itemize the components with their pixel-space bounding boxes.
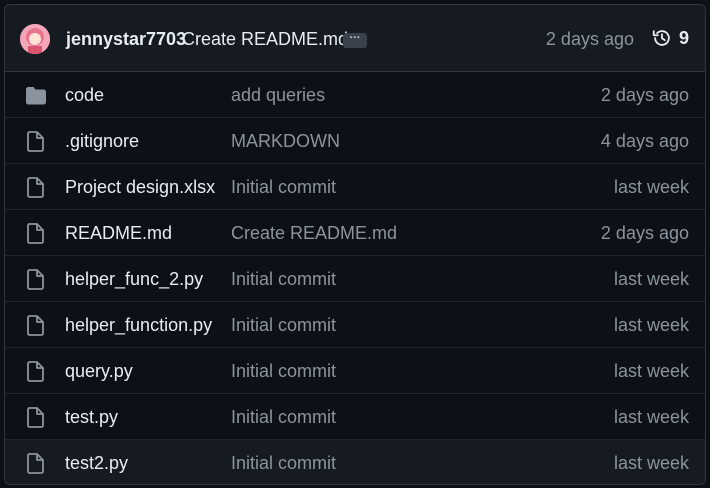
- file-commit-time[interactable]: 2 days ago: [601, 223, 689, 244]
- commit-time[interactable]: 2 days ago: [546, 29, 634, 50]
- file-row[interactable]: helper_func_2.py Initial commit last week: [5, 255, 705, 301]
- folder-icon: [25, 86, 47, 110]
- file-row[interactable]: test2.py Initial commit last week: [5, 439, 705, 484]
- file-commit-message-link[interactable]: Create README.md: [231, 223, 397, 244]
- file-name-link[interactable]: README.md: [65, 223, 172, 244]
- history-link[interactable]: 9: [651, 27, 689, 49]
- commit-message-link[interactable]: Create README.md: [182, 29, 348, 50]
- file-commit-time[interactable]: last week: [614, 361, 689, 382]
- file-commit-time[interactable]: last week: [614, 269, 689, 290]
- avatar[interactable]: [20, 24, 50, 54]
- file-icon: [26, 223, 44, 249]
- file-commit-message-link[interactable]: MARKDOWN: [231, 131, 340, 152]
- file-commit-time[interactable]: 4 days ago: [601, 131, 689, 152]
- file-icon: [26, 361, 44, 387]
- file-name-link[interactable]: .gitignore: [65, 131, 139, 152]
- file-icon: [26, 269, 44, 295]
- file-icon: [26, 177, 44, 203]
- file-commit-message-link[interactable]: Initial commit: [231, 177, 336, 198]
- history-clock-icon: [652, 30, 670, 46]
- history-count: 9: [678, 27, 689, 48]
- latest-commit-header: jennystar7703 Create README.md ··· 2 day…: [5, 5, 705, 72]
- file-row[interactable]: test.py Initial commit last week: [5, 393, 705, 439]
- file-row[interactable]: query.py Initial commit last week: [5, 347, 705, 393]
- file-row[interactable]: code add queries 2 days ago: [5, 72, 705, 117]
- file-icon: [26, 453, 44, 479]
- file-icon: [26, 315, 44, 341]
- file-list: code add queries 2 days ago .gitignore MARKD…: [5, 72, 705, 484]
- file-name-link[interactable]: helper_function.py: [65, 315, 212, 336]
- file-name-link[interactable]: helper_func_2.py: [65, 269, 203, 290]
- file-commit-time[interactable]: last week: [614, 177, 689, 198]
- file-name-link[interactable]: query.py: [65, 361, 133, 382]
- file-name-link[interactable]: test.py: [65, 407, 118, 428]
- file-commit-message-link[interactable]: Initial commit: [231, 361, 336, 382]
- file-commit-message-link[interactable]: add queries: [231, 85, 325, 106]
- file-icon: [26, 407, 44, 433]
- file-commit-time[interactable]: last week: [614, 453, 689, 474]
- file-commit-time[interactable]: last week: [614, 315, 689, 336]
- file-name-link[interactable]: test2.py: [65, 453, 128, 474]
- file-name-link[interactable]: Project design.xlsx: [65, 177, 215, 198]
- commit-author-link[interactable]: jennystar7703: [66, 29, 186, 50]
- file-commit-time[interactable]: last week: [614, 407, 689, 428]
- file-row[interactable]: README.md Create README.md 2 days ago: [5, 209, 705, 255]
- file-commit-time[interactable]: 2 days ago: [601, 85, 689, 106]
- file-row[interactable]: helper_function.py Initial commit last wee…: [5, 301, 705, 347]
- file-browser: jennystar7703 Create README.md ··· 2 day…: [4, 4, 706, 485]
- file-commit-message-link[interactable]: Initial commit: [231, 453, 336, 474]
- expand-commit-button[interactable]: ···: [343, 33, 367, 48]
- file-icon: [26, 131, 44, 157]
- file-name-link[interactable]: code: [65, 85, 104, 106]
- file-commit-message-link[interactable]: Initial commit: [231, 269, 336, 290]
- file-row[interactable]: Project design.xlsx Initial commit last we…: [5, 163, 705, 209]
- file-commit-message-link[interactable]: Initial commit: [231, 315, 336, 336]
- file-row[interactable]: .gitignore MARKDOWN 4 days ago: [5, 117, 705, 163]
- file-commit-message-link[interactable]: Initial commit: [231, 407, 336, 428]
